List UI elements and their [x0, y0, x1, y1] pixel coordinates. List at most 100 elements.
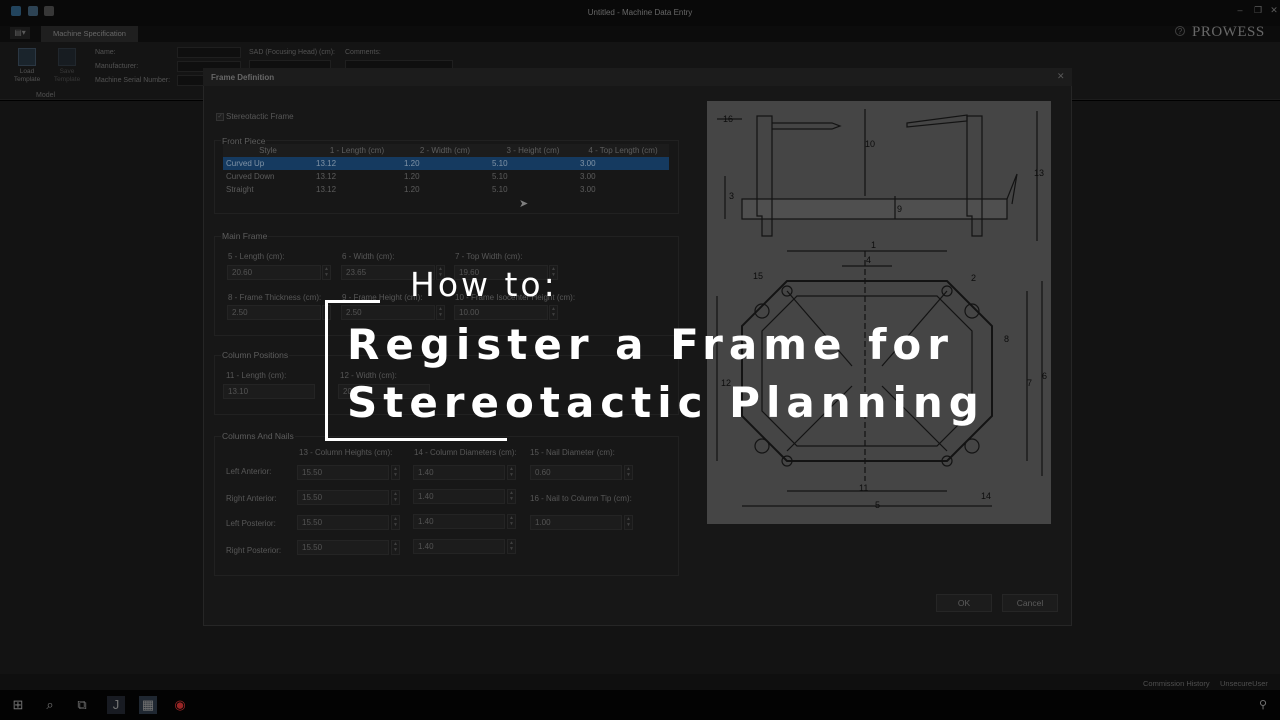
left-anterior-label: Left Anterior:	[226, 467, 272, 476]
frame-height-9-stepper[interactable]: ▲ ▼	[436, 305, 445, 320]
prowess-taskbar-icon[interactable]: ▦	[139, 696, 157, 714]
column-header[interactable]: Style	[223, 146, 313, 155]
table-row[interactable]: Curved Down 13.12 1.20 5.10 3.00	[223, 170, 669, 183]
right-posterior-height-stepper[interactable]: ▲ ▼	[391, 540, 400, 555]
minimize-icon[interactable]: –	[1233, 4, 1247, 16]
task-view-icon[interactable]: ⧉	[73, 696, 91, 714]
frame-height-9-field[interactable]: 2.50	[341, 305, 435, 320]
save-template-button[interactable]: Save Template	[50, 48, 84, 90]
cancel-button[interactable]: Cancel	[1002, 594, 1058, 612]
right-anterior-height-stepper[interactable]: ▲ ▼	[391, 490, 400, 505]
table-cell: Curved Down	[226, 172, 275, 181]
column-header[interactable]: 2 - Width (cm)	[401, 146, 489, 155]
diagram-label: 3	[729, 191, 734, 201]
app-taskbar-icon[interactable]: J	[107, 696, 125, 714]
help-icon[interactable]: ?	[1175, 26, 1185, 36]
app-icon	[11, 6, 21, 16]
right-anterior-diameter-field[interactable]: 1.40	[413, 489, 505, 504]
length-5-stepper[interactable]: ▲ ▼	[322, 265, 331, 280]
commission-history-link[interactable]: Commission History	[1143, 679, 1210, 688]
app-menu-button[interactable]: ▤▾	[10, 27, 30, 39]
comments-label: Comments:	[345, 49, 381, 56]
thickness-8-label: 8 - Frame Thickness (cm):	[228, 293, 322, 302]
length-11-field[interactable]: 13.10	[223, 384, 315, 399]
qa-save-icon[interactable]	[44, 6, 54, 16]
top-width-7-label: 7 - Top Width (cm):	[455, 252, 523, 261]
close-window-icon[interactable]: ✕	[1267, 4, 1280, 16]
table-cell: Straight	[226, 185, 254, 194]
model-group-label: Model	[36, 92, 56, 99]
left-anterior-height-stepper[interactable]: ▲ ▼	[391, 465, 400, 480]
diagram-label: 8	[1004, 334, 1009, 344]
mouse-cursor-icon: ➤	[519, 198, 529, 210]
name-label: Name:	[95, 49, 116, 56]
column-heights-13-label: 13 - Column Heights (cm):	[299, 448, 393, 457]
overlay-title-line-2: Stereotactic Planning	[347, 378, 985, 427]
right-posterior-diameter-field[interactable]: 1.40	[413, 539, 505, 554]
column-diameters-14-label: 14 - Column Diameters (cm):	[414, 448, 517, 457]
right-anterior-diameter-stepper[interactable]: ▲ ▼	[507, 489, 516, 504]
bracket-bottom-bar	[325, 438, 507, 441]
isocenter-10-stepper[interactable]: ▲ ▼	[549, 305, 558, 320]
diagram-label: 7	[1027, 378, 1032, 388]
left-anterior-height-field[interactable]: 15.50	[297, 465, 389, 480]
table-cell: 1.20	[404, 185, 420, 194]
left-posterior-height-stepper[interactable]: ▲ ▼	[391, 515, 400, 530]
diagram-label: 1	[871, 240, 876, 250]
length-5-field[interactable]: 20.60	[227, 265, 321, 280]
table-cell: 13.12	[316, 185, 337, 194]
nail-tip-16-field[interactable]: 1.00	[530, 515, 622, 530]
left-posterior-height-field[interactable]: 15.50	[297, 515, 389, 530]
table-row[interactable]: Curved Up 13.12 1.20 5.10 3.00	[223, 157, 669, 170]
right-posterior-height-field[interactable]: 15.50	[297, 540, 389, 555]
ok-button[interactable]: OK	[936, 594, 992, 612]
recorder-taskbar-icon[interactable]: ◉	[171, 696, 189, 714]
right-posterior-label: Right Posterior:	[226, 546, 282, 555]
dialog-close-icon[interactable]: ✕	[1057, 71, 1065, 82]
load-template-label: Load Template	[13, 68, 41, 83]
nail-diameter-15-stepper[interactable]: ▲ ▼	[624, 465, 633, 480]
column-header[interactable]: 4 - Top Length (cm)	[577, 146, 669, 155]
table-row[interactable]: Straight 13.12 1.20 5.10 3.00	[223, 183, 669, 196]
column-header[interactable]: 3 - Height (cm)	[489, 146, 577, 155]
maximize-icon[interactable]: ❐	[1251, 4, 1265, 16]
right-posterior-diameter-stepper[interactable]: ▲ ▼	[507, 539, 516, 554]
diagram-label: 9	[897, 204, 902, 214]
left-posterior-diameter-stepper[interactable]: ▲ ▼	[507, 514, 516, 529]
windows-start-icon[interactable]: ⊞	[9, 696, 27, 714]
serial-label: Machine Serial Number:	[95, 77, 171, 84]
diagram-label: 6	[1042, 371, 1047, 381]
diagram-label: 10	[865, 139, 875, 149]
column-header[interactable]: 1 - Length (cm)	[313, 146, 401, 155]
ribbon-tab-strip	[0, 26, 1280, 42]
table-cell: Curved Up	[226, 159, 265, 168]
diagram-label: 2	[971, 273, 976, 283]
column-positions-title: Column Positions	[221, 350, 290, 360]
nail-tip-16-stepper[interactable]: ▲ ▼	[624, 515, 633, 530]
save-template-label: Save Template	[53, 68, 81, 83]
stereotactic-checkbox[interactable]: ✓	[216, 113, 224, 121]
left-anterior-diameter-stepper[interactable]: ▲ ▼	[507, 465, 516, 480]
right-anterior-label: Right Anterior:	[226, 494, 277, 503]
length-5-label: 5 - Length (cm):	[228, 252, 285, 261]
right-anterior-height-field[interactable]: 15.50	[297, 490, 389, 505]
thickness-8-field[interactable]: 2.50	[227, 305, 321, 320]
search-icon[interactable]: ⌕	[41, 696, 59, 714]
table-cell: 13.12	[316, 172, 337, 181]
table-cell: 3.00	[580, 159, 596, 168]
load-template-button[interactable]: Load Template	[10, 48, 44, 90]
left-anterior-diameter-field[interactable]: 1.40	[413, 465, 505, 480]
diagram-label: 14	[981, 491, 991, 501]
bracket-top-bar	[325, 300, 380, 303]
name-field[interactable]	[177, 47, 241, 58]
table-cell: 3.00	[580, 185, 596, 194]
diagram-label: 4	[866, 255, 871, 265]
tab-machine-specification[interactable]: Machine Specification	[41, 26, 138, 42]
window-title: Untitled - Machine Data Entry	[587, 8, 693, 17]
isocenter-10-field[interactable]: 10.00	[454, 305, 548, 320]
title-bar: Untitled - Machine Data Entry	[0, 0, 1280, 26]
user-icon[interactable]: ⚲	[1254, 696, 1272, 714]
left-posterior-diameter-field[interactable]: 1.40	[413, 514, 505, 529]
nail-diameter-15-field[interactable]: 0.60	[530, 465, 622, 480]
qa-open-icon[interactable]	[28, 6, 38, 16]
